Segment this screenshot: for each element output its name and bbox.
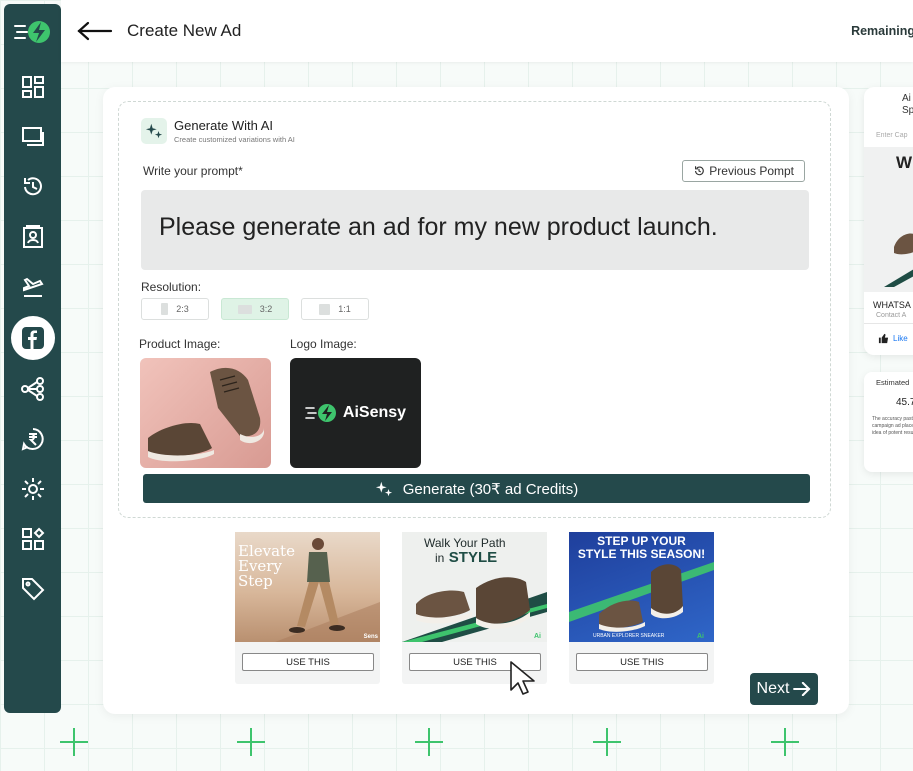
integrations-icon[interactable] [20, 526, 46, 552]
square-ratio-icon [319, 303, 331, 315]
resolution-option-3-2[interactable]: 3:2 [221, 298, 289, 320]
next-button-label: Next [756, 680, 790, 697]
resolution-option-label: 1:1 [338, 304, 351, 314]
use-this-button[interactable]: USE THIS [242, 653, 374, 671]
logo-image-thumbnail[interactable]: AiSensy [290, 358, 421, 468]
plus-decoration [593, 728, 621, 756]
variation-headline-line: STYLE THIS SEASON! [577, 547, 706, 561]
variation-tagline: URBAN EXPLORER SNEAKER [593, 633, 665, 639]
prompt-input[interactable]: Please generate an ad for my new product… [141, 190, 809, 270]
ad-variation-image[interactable]: STEP UP YOUR STYLE THIS SEASON! URBAN EX… [569, 532, 714, 642]
sparkle-icon [141, 118, 167, 144]
brand-logo-icon[interactable] [13, 16, 53, 48]
ad-variation-image[interactable]: Elevate Every Step Sens [235, 532, 380, 642]
product-image-thumbnail[interactable] [140, 358, 271, 468]
variation-headline-line: Walk Your Path [424, 536, 506, 550]
aisensy-logo-icon [305, 404, 336, 422]
history-icon[interactable] [20, 174, 46, 200]
preview-contact: Contact A [876, 312, 907, 319]
plus-decoration [60, 728, 88, 756]
variation-brand: Sens [363, 634, 378, 640]
ad-variation-card: Elevate Every Step Sens USE THIS [235, 532, 380, 684]
variation-brand: Ai [697, 633, 704, 640]
dashboard-icon[interactable] [20, 74, 46, 100]
preview-title: Ai Sp [902, 93, 913, 117]
tag-icon[interactable] [20, 576, 46, 602]
chat-icon[interactable] [20, 124, 46, 150]
top-header: Create New Ad Remaining A [61, 0, 913, 62]
plus-decoration [771, 728, 799, 756]
thumbs-up-icon [878, 333, 889, 344]
variation-headline: STEP UP YOUR STYLE THIS SEASON! [569, 535, 714, 561]
resolution-option-label: 2:3 [176, 304, 189, 314]
ad-variation-image[interactable]: Walk Your Path in STYLE Ai [402, 532, 547, 642]
variation-headline: Walk Your Path [424, 536, 506, 550]
ai-generate-panel: Generate With AI Create customized varia… [118, 101, 831, 518]
preview-title-line: Sp [902, 105, 913, 116]
sidebar [4, 4, 61, 713]
campaign-plane-icon[interactable] [20, 274, 46, 300]
variation-headline-line: in [435, 551, 445, 565]
resolution-option-2-3[interactable]: 2:3 [141, 298, 209, 320]
previous-prompt-button[interactable]: Previous Pompt [682, 160, 805, 182]
resolution-label: Resolution: [141, 280, 202, 294]
logo-brand-text: AiSensy [342, 404, 407, 421]
logo-image-label: Logo Image: [290, 337, 357, 351]
plus-decoration [415, 728, 443, 756]
contacts-icon[interactable] [20, 224, 46, 250]
estimate-note: The accuracy past campaign ad placement … [872, 416, 913, 436]
ai-panel-title: Generate With AI [174, 118, 273, 133]
ai-panel-header: Generate With AI Create customized varia… [141, 118, 295, 144]
like-button[interactable]: Like [878, 333, 908, 344]
prompt-label: Write your prompt* [143, 164, 243, 178]
resolution-option-1-1[interactable]: 1:1 [301, 298, 369, 320]
generate-button[interactable]: Generate (30₹ ad Credits) [143, 474, 810, 503]
rupee-billing-icon[interactable] [20, 426, 46, 452]
plus-decoration [237, 728, 265, 756]
sparkle-icon [375, 481, 392, 496]
mouse-cursor-icon [510, 661, 535, 695]
next-button[interactable]: Next [750, 673, 818, 705]
like-label: Like [893, 334, 908, 343]
settings-gear-icon[interactable] [20, 476, 46, 502]
facebook-ads-icon[interactable] [10, 316, 55, 360]
ad-preview-panel: Ai Sp Enter Cap W WHATSA Contact A Like [864, 87, 913, 355]
previous-prompt-label: Previous Pompt [709, 164, 794, 178]
preview-ad-image: W [864, 147, 913, 292]
portrait-ratio-icon [161, 303, 169, 315]
caption-input[interactable]: Enter Cap [876, 132, 908, 139]
estimate-panel: Estimated 45.7 The accuracy past campaig… [864, 372, 913, 472]
history-icon [695, 166, 705, 176]
ad-variation-card: STEP UP YOUR STYLE THIS SEASON! URBAN EX… [569, 532, 714, 684]
variation-headline: in STYLE [435, 549, 497, 567]
estimate-value: 45.7 [896, 397, 913, 408]
estimate-title: Estimated [876, 378, 910, 387]
product-image-label: Product Image: [139, 337, 221, 351]
ai-panel-subtitle: Create customized variations with AI [174, 135, 295, 144]
page-title: Create New Ad [127, 21, 242, 40]
back-arrow-icon[interactable] [77, 21, 113, 41]
generate-button-label: Generate (30₹ ad Credits) [402, 480, 579, 498]
resolution-option-label: 3:2 [259, 304, 273, 314]
preview-business-name: WHATSA [873, 300, 911, 310]
create-ad-card: Generate With AI Create customized varia… [103, 87, 849, 714]
variation-headline-style: STYLE [448, 549, 498, 566]
landscape-ratio-icon [237, 304, 252, 314]
use-this-button[interactable]: USE THIS [576, 653, 708, 671]
variation-brand: Ai [534, 633, 541, 640]
remaining-credits-label: Remaining A [851, 24, 913, 38]
preview-title-line: Ai [902, 93, 911, 104]
resolution-options: 2:3 3:2 1:1 [141, 298, 369, 320]
flow-icon[interactable] [20, 376, 46, 402]
variation-headline: Elevate Every Step [238, 542, 295, 590]
arrow-right-icon [793, 682, 811, 696]
